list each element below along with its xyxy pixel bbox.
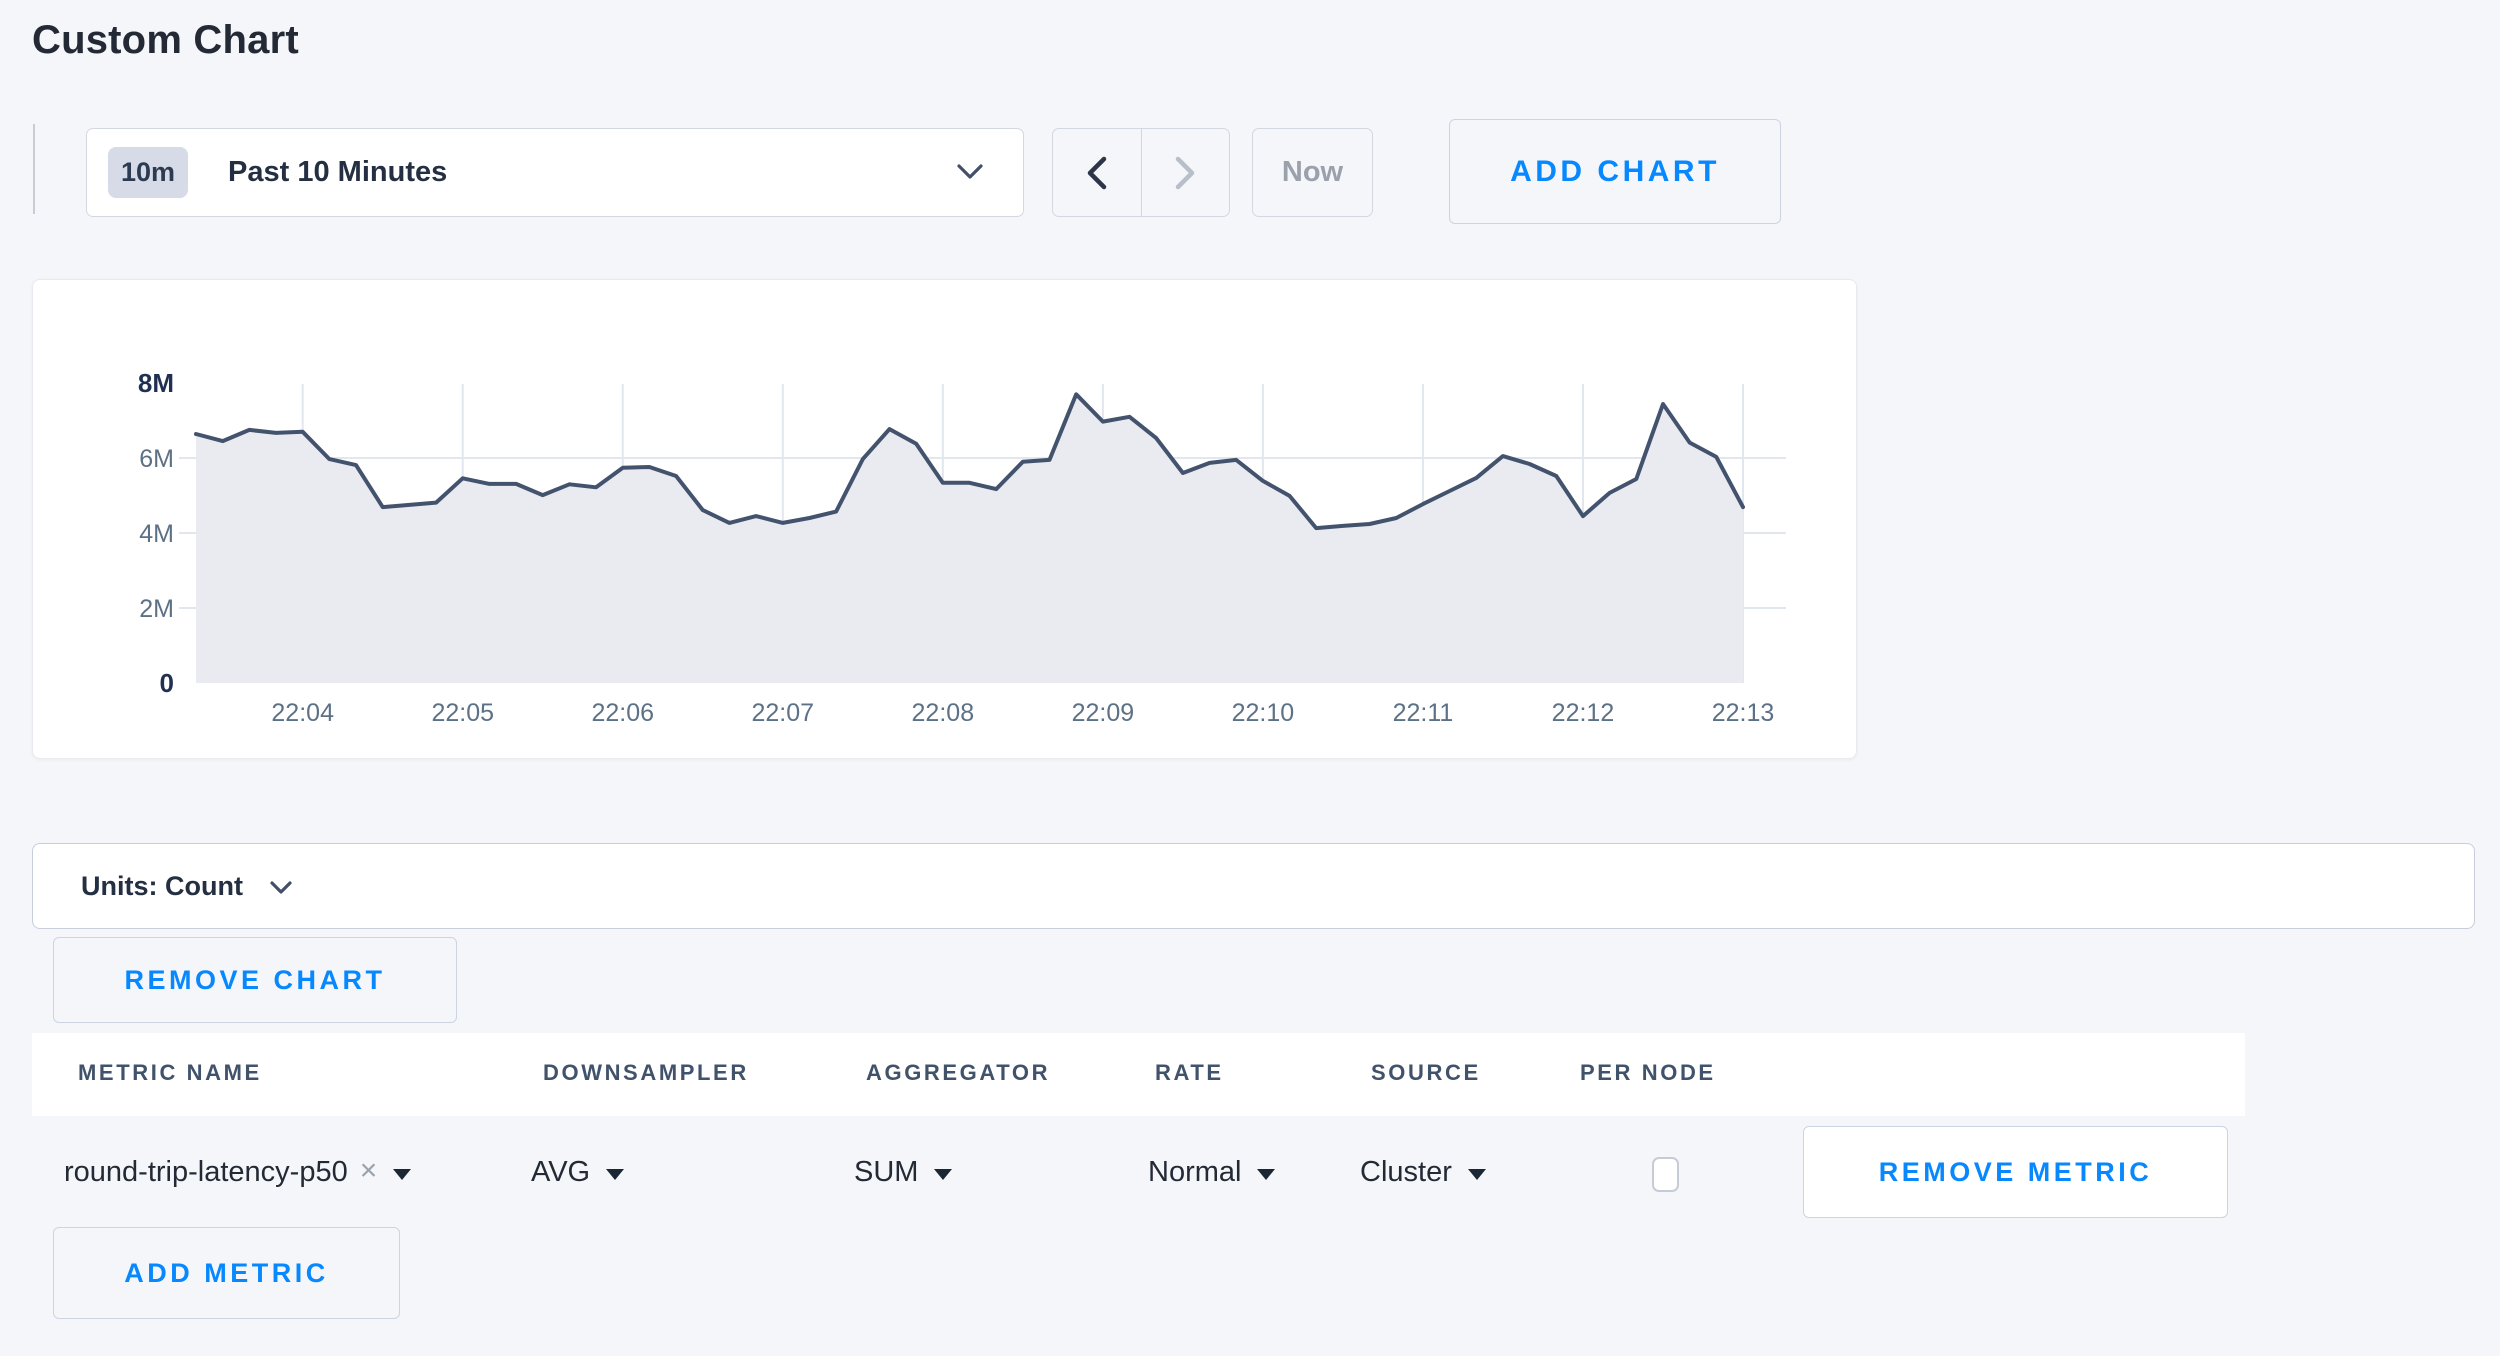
aggregator-dropdown[interactable]: SUM: [854, 1150, 952, 1194]
remove-chart-button[interactable]: REMOVE CHART: [53, 937, 457, 1023]
svg-text:22:04: 22:04: [271, 699, 334, 727]
add-chart-button[interactable]: ADD CHART: [1449, 119, 1781, 224]
caret-down-icon: [934, 1169, 952, 1180]
svg-text:22:07: 22:07: [752, 699, 815, 727]
metrics-table-header: METRIC NAME DOWNSAMPLER AGGREGATOR RATE …: [32, 1033, 2245, 1116]
svg-text:22:12: 22:12: [1552, 699, 1615, 727]
toolbar-divider: [33, 124, 35, 214]
time-range-label: Past 10 Minutes: [228, 156, 447, 189]
source-value: Cluster: [1360, 1156, 1452, 1189]
timeseries-area-chart[interactable]: 8M 6M 4M 2M 0 22:04 22:05 22:06 22:07 22:08 22:09 2…: [33, 280, 1856, 758]
svg-text:8M: 8M: [138, 368, 174, 398]
metric-name-value: round-trip-latency-p50: [64, 1156, 348, 1189]
remove-metric-button[interactable]: REMOVE METRIC: [1803, 1126, 2228, 1218]
col-header-source: SOURCE: [1371, 1060, 1481, 1086]
time-range-select[interactable]: 10m Past 10 Minutes: [86, 128, 1024, 217]
svg-text:22:06: 22:06: [591, 699, 654, 727]
units-label: Units: Count: [81, 871, 243, 902]
chevron-left-icon: [1086, 156, 1108, 190]
svg-text:22:05: 22:05: [431, 699, 494, 727]
caret-down-icon: [393, 1169, 411, 1180]
svg-text:22:11: 22:11: [1393, 699, 1454, 727]
metric-name-dropdown[interactable]: round-trip-latency-p50 ×: [64, 1150, 411, 1194]
caret-down-icon: [1468, 1169, 1486, 1180]
chevron-down-icon: [955, 162, 985, 182]
col-header-aggregator: AGGREGATOR: [866, 1060, 1050, 1086]
chevron-down-icon: [269, 880, 293, 896]
downsampler-value: AVG: [531, 1156, 590, 1189]
time-forward-button[interactable]: [1141, 129, 1230, 216]
caret-down-icon: [606, 1169, 624, 1180]
svg-text:6M: 6M: [139, 445, 174, 473]
svg-text:0: 0: [160, 668, 174, 698]
time-range-badge: 10m: [108, 147, 188, 198]
downsampler-dropdown[interactable]: AVG: [531, 1150, 624, 1194]
rate-dropdown[interactable]: Normal: [1148, 1150, 1275, 1194]
svg-text:2M: 2M: [139, 595, 174, 623]
svg-text:22:08: 22:08: [912, 699, 975, 727]
col-header-per-node: PER NODE: [1580, 1060, 1716, 1086]
clear-metric-icon[interactable]: ×: [360, 1154, 378, 1188]
col-header-downsampler: DOWNSAMPLER: [543, 1060, 749, 1086]
chevron-right-icon: [1174, 156, 1196, 190]
per-node-checkbox[interactable]: [1652, 1157, 1679, 1192]
units-select[interactable]: Units: Count: [32, 843, 2475, 929]
add-metric-button[interactable]: ADD METRIC: [53, 1227, 400, 1319]
now-button[interactable]: Now: [1252, 128, 1373, 217]
caret-down-icon: [1257, 1169, 1275, 1180]
time-back-button[interactable]: [1053, 129, 1141, 216]
chart-card: 8M 6M 4M 2M 0 22:04 22:05 22:06 22:07 22:08 22:09 2…: [32, 279, 1857, 759]
aggregator-value: SUM: [854, 1156, 918, 1189]
page-title: Custom Chart: [32, 18, 299, 63]
svg-text:4M: 4M: [139, 520, 174, 548]
col-header-rate: RATE: [1155, 1060, 1224, 1086]
svg-text:22:09: 22:09: [1072, 699, 1135, 727]
time-step-group: [1052, 128, 1230, 217]
col-header-metric-name: METRIC NAME: [78, 1060, 262, 1086]
rate-value: Normal: [1148, 1156, 1241, 1189]
svg-text:22:10: 22:10: [1232, 699, 1295, 727]
source-dropdown[interactable]: Cluster: [1360, 1150, 1486, 1194]
custom-chart-page: Custom Chart 10m Past 10 Minutes Now ADD…: [0, 0, 2500, 1356]
svg-text:22:13: 22:13: [1712, 699, 1775, 727]
